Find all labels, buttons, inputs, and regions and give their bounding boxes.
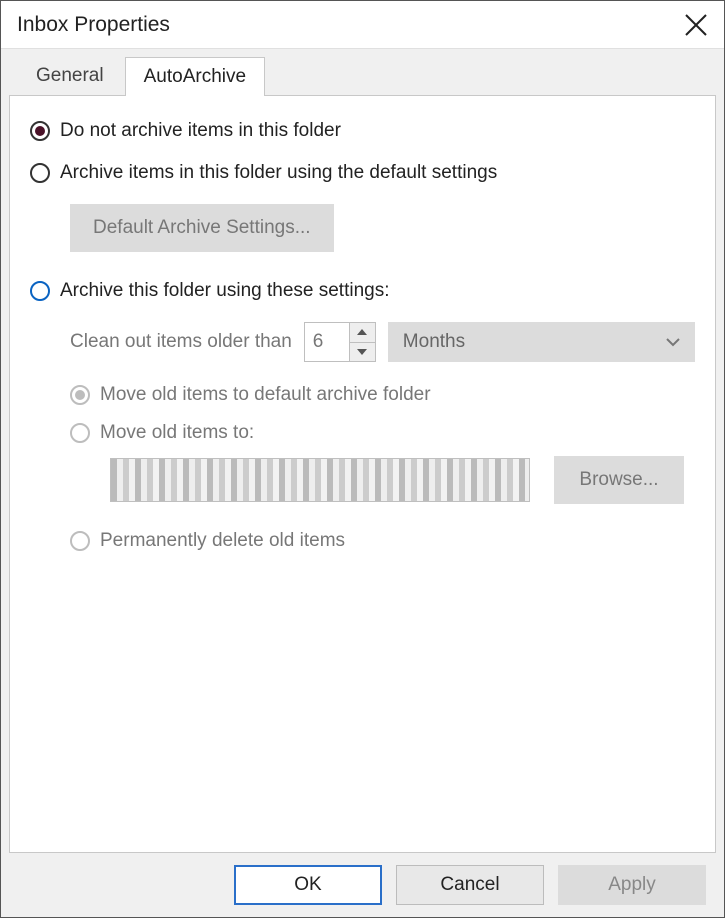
unit-combobox[interactable]: Months: [388, 322, 695, 362]
chevron-up-icon: [357, 329, 367, 335]
radio-icon: [70, 531, 90, 551]
option-move-to[interactable]: Move old items to:: [70, 422, 695, 444]
option-label: Move old items to:: [100, 422, 254, 444]
clean-out-label: Clean out items older than: [70, 331, 292, 353]
option-archive-default[interactable]: Archive items in this folder using the d…: [30, 162, 695, 184]
option-label: Do not archive items in this folder: [60, 120, 341, 142]
cancel-button[interactable]: Cancel: [396, 865, 544, 905]
spinner-down-button[interactable]: [350, 342, 376, 363]
radio-icon: [30, 281, 50, 301]
clean-out-row: Clean out items older than Months: [70, 322, 695, 362]
move-to-path-row: Browse...: [110, 456, 695, 504]
window-title: Inbox Properties: [17, 13, 170, 37]
option-label: Permanently delete old items: [100, 530, 345, 552]
close-button[interactable]: [682, 11, 710, 39]
option-move-default-folder[interactable]: Move old items to default archive folder: [70, 384, 695, 406]
default-archive-settings-button[interactable]: Default Archive Settings...: [70, 204, 334, 252]
radio-icon: [30, 121, 50, 141]
dialog-window: Inbox Properties General AutoArchive Do …: [0, 0, 725, 918]
chevron-down-icon: [357, 349, 367, 355]
tab-general[interactable]: General: [17, 56, 123, 95]
combobox-value: Months: [403, 331, 465, 353]
tab-autoarchive[interactable]: AutoArchive: [125, 57, 265, 96]
option-label: Archive items in this folder using the d…: [60, 162, 497, 184]
age-input[interactable]: [304, 322, 350, 362]
browse-button[interactable]: Browse...: [554, 456, 684, 504]
default-settings-wrapper: Default Archive Settings...: [70, 204, 695, 252]
tab-strip: General AutoArchive: [17, 49, 716, 95]
client-area: General AutoArchive Do not archive items…: [1, 49, 724, 917]
option-label: Archive this folder using these settings…: [60, 280, 390, 302]
ok-button[interactable]: OK: [234, 865, 382, 905]
dialog-footer: OK Cancel Apply: [9, 853, 716, 917]
option-do-not-archive[interactable]: Do not archive items in this folder: [30, 120, 695, 142]
option-label: Move old items to default archive folder: [100, 384, 431, 406]
radio-icon: [70, 385, 90, 405]
chevron-down-icon: [666, 331, 680, 353]
spinner-buttons: [350, 322, 376, 362]
archive-path-input[interactable]: [110, 458, 530, 502]
age-spinner: [304, 322, 376, 362]
tab-panel: Do not archive items in this folder Arch…: [9, 95, 716, 853]
option-archive-custom[interactable]: Archive this folder using these settings…: [30, 280, 695, 302]
radio-icon: [70, 423, 90, 443]
apply-button[interactable]: Apply: [558, 865, 706, 905]
titlebar: Inbox Properties: [1, 1, 724, 49]
spinner-up-button[interactable]: [350, 322, 376, 342]
close-icon: [682, 11, 710, 39]
radio-icon: [30, 163, 50, 183]
option-permanently-delete[interactable]: Permanently delete old items: [70, 530, 695, 552]
